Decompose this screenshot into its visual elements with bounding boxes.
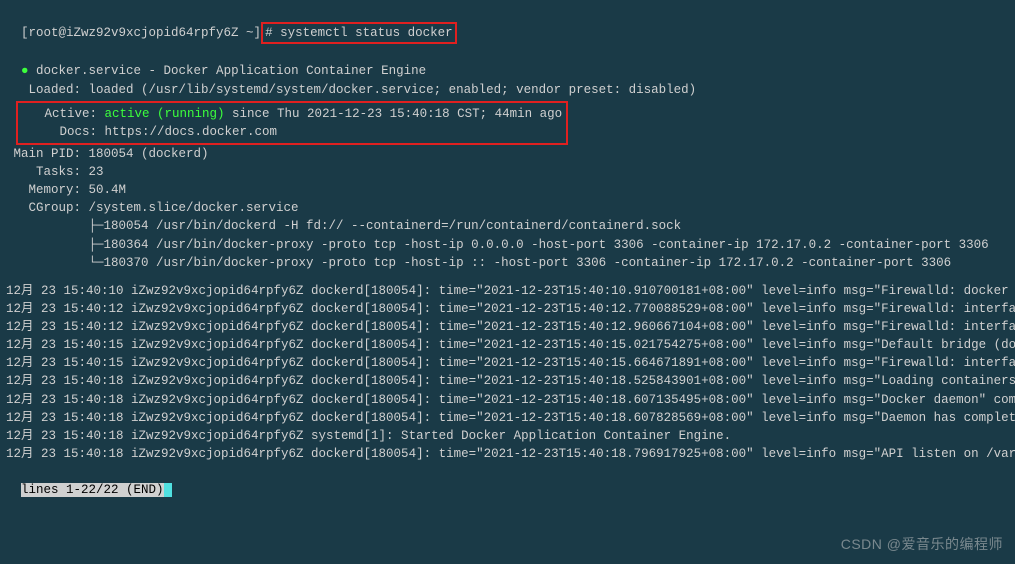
active-docs-highlight-box: Active: active (running) since Thu 2021-… bbox=[16, 101, 568, 145]
main-pid-line: Main PID: 180054 (dockerd) bbox=[6, 145, 1009, 163]
log-text: 12月 23 15:40:18 iZwz92v9xcjopid64rpfy6Z … bbox=[6, 447, 1015, 461]
command-highlight-box: # systemctl status docker bbox=[261, 22, 457, 44]
log-text: 12月 23 15:40:10 iZwz92v9xcjopid64rpfy6Z … bbox=[6, 284, 1015, 298]
service-header-line: ● docker.service - Docker Application Co… bbox=[6, 44, 1009, 80]
cursor-icon bbox=[164, 483, 172, 497]
log-line: 12月 23 15:40:18 iZwz92v9xcjopid64rpfy6Z … bbox=[6, 409, 1009, 427]
active-line: Active: active (running) since Thu 2021-… bbox=[22, 105, 562, 123]
pager-status-line[interactable]: lines 1-22/22 (END) bbox=[6, 463, 1009, 499]
cgroup-line: CGroup: /system.slice/docker.service bbox=[6, 199, 1009, 217]
docs-line: Docs: https://docs.docker.com bbox=[22, 123, 562, 141]
log-text: 12月 23 15:40:18 iZwz92v9xcjopid64rpfy6Z … bbox=[6, 393, 1015, 407]
log-line: 12月 23 15:40:12 iZwz92v9xcjopid64rpfy6Z … bbox=[6, 300, 1009, 318]
log-line: 12月 23 15:40:18 iZwz92v9xcjopid64rpfy6Z … bbox=[6, 391, 1009, 409]
log-text: 12月 23 15:40:18 iZwz92v9xcjopid64rpfy6Z … bbox=[6, 411, 1015, 425]
cgroup-proc-3: └─180370 /usr/bin/docker-proxy -proto tc… bbox=[6, 254, 1009, 272]
shell-prompt-line: [root@iZwz92v9xcjopid64rpfy6Z ~] # system… bbox=[6, 4, 1009, 44]
log-line: 12月 23 15:40:18 iZwz92v9xcjopid64rpfy6Z … bbox=[6, 372, 1009, 390]
pager-status: lines 1-22/22 (END) bbox=[21, 483, 164, 497]
active-label: Active: bbox=[22, 107, 105, 121]
log-text: 12月 23 15:40:18 iZwz92v9xcjopid64rpfy6Z … bbox=[6, 374, 1015, 388]
memory-line: Memory: 50.4M bbox=[6, 181, 1009, 199]
watermark-text: CSDN @爱音乐的编程师 bbox=[841, 534, 1003, 554]
loaded-line: Loaded: loaded (/usr/lib/systemd/system/… bbox=[6, 81, 1009, 99]
log-line: 12月 23 15:40:10 iZwz92v9xcjopid64rpfy6Z … bbox=[6, 282, 1009, 300]
active-since: since Thu 2021-12-23 15:40:18 CST; 44min… bbox=[225, 107, 563, 121]
log-text: 12月 23 15:40:12 iZwz92v9xcjopid64rpfy6Z … bbox=[6, 320, 1015, 334]
service-name: docker.service - Docker Application Cont… bbox=[29, 64, 427, 78]
log-text: 12月 23 15:40:12 iZwz92v9xcjopid64rpfy6Z … bbox=[6, 302, 1015, 316]
command-text: # systemctl status docker bbox=[265, 26, 453, 40]
journal-log-block: 12月 23 15:40:10 iZwz92v9xcjopid64rpfy6Z … bbox=[6, 282, 1009, 463]
log-line: 12月 23 15:40:18 iZwz92v9xcjopid64rpfy6Z … bbox=[6, 427, 1009, 445]
tasks-line: Tasks: 23 bbox=[6, 163, 1009, 181]
log-line: 12月 23 15:40:15 iZwz92v9xcjopid64rpfy6Z … bbox=[6, 354, 1009, 372]
cgroup-proc-2: ├─180364 /usr/bin/docker-proxy -proto tc… bbox=[6, 236, 1009, 254]
active-state: active (running) bbox=[105, 107, 225, 121]
log-line: 12月 23 15:40:15 iZwz92v9xcjopid64rpfy6Z … bbox=[6, 336, 1009, 354]
cgroup-proc-1: ├─180054 /usr/bin/dockerd -H fd:// --con… bbox=[6, 217, 1009, 235]
log-line: 12月 23 15:40:18 iZwz92v9xcjopid64rpfy6Z … bbox=[6, 445, 1009, 463]
log-text: 12月 23 15:40:15 iZwz92v9xcjopid64rpfy6Z … bbox=[6, 356, 1015, 370]
log-text: 12月 23 15:40:15 iZwz92v9xcjopid64rpfy6Z … bbox=[6, 338, 1015, 352]
prompt-user-host: [root@iZwz92v9xcjopid64rpfy6Z ~] bbox=[21, 26, 261, 40]
active-bullet-icon: ● bbox=[21, 64, 29, 78]
log-text: 12月 23 15:40:18 iZwz92v9xcjopid64rpfy6Z … bbox=[6, 429, 731, 443]
log-line: 12月 23 15:40:12 iZwz92v9xcjopid64rpfy6Z … bbox=[6, 318, 1009, 336]
